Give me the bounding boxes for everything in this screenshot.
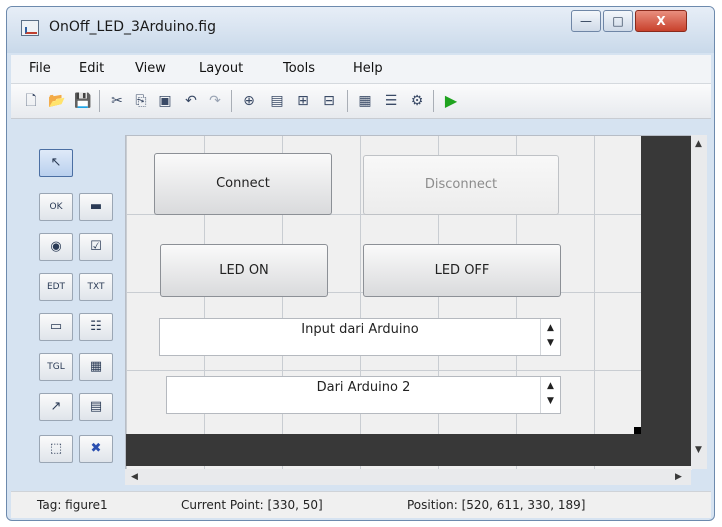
toolbar-separator: [347, 90, 348, 112]
scroll-down-arrow-icon[interactable]: ▼: [695, 445, 702, 455]
menu-bar: File Edit View Layout Tools Help: [11, 55, 711, 84]
maximize-button[interactable]: □: [603, 10, 633, 32]
toolbar-separator: [99, 90, 100, 112]
button-group-tool-icon[interactable]: ⬚: [39, 435, 73, 463]
grid-line: [594, 136, 595, 470]
scroll-right-arrow-icon[interactable]: ▶: [675, 472, 682, 482]
menu-help[interactable]: Help: [353, 61, 383, 76]
toolbar-separator: [433, 90, 434, 112]
figure-boundary-bottom: [126, 434, 692, 466]
scroll-left-arrow-icon[interactable]: ◀: [131, 472, 138, 482]
align-icon[interactable]: ⊕: [239, 91, 259, 111]
led-on-button[interactable]: LED ON: [160, 244, 328, 297]
m-file-editor-icon[interactable]: ▦: [355, 91, 375, 111]
connect-button[interactable]: Connect: [154, 153, 332, 215]
input-listbox-2-spinner[interactable]: ▲ ▼: [540, 377, 560, 413]
slider-tool-icon[interactable]: ▬: [79, 193, 113, 221]
checkbox-tool-icon[interactable]: ☑: [79, 233, 113, 261]
input-listbox-1[interactable]: Input dari Arduino ▲ ▼: [159, 318, 561, 356]
property-inspector-icon[interactable]: ☰: [381, 91, 401, 111]
tab-order-icon[interactable]: ⊞: [293, 91, 313, 111]
close-button[interactable]: X: [635, 10, 687, 32]
app-icon: [21, 20, 39, 36]
menu-editor-icon[interactable]: ▤: [267, 91, 287, 111]
status-bar: Tag: figure1 Current Point: [330, 50] Po…: [11, 491, 711, 518]
push-button-tool-icon[interactable]: OK: [39, 193, 73, 221]
horizontal-scrollbar[interactable]: ◀ ▶: [125, 469, 691, 485]
menu-edit[interactable]: Edit: [79, 61, 104, 76]
run-icon[interactable]: ▶: [441, 91, 461, 111]
toggle-button-tool-icon[interactable]: TGL: [39, 353, 73, 381]
paste-icon[interactable]: ▣: [155, 91, 175, 111]
select-tool-icon[interactable]: ↖: [39, 149, 73, 177]
figure-boundary-right: [641, 136, 692, 436]
menu-tools[interactable]: Tools: [283, 61, 315, 76]
toolbar-editor-icon[interactable]: ⊟: [319, 91, 339, 111]
table-tool-icon[interactable]: ▦: [79, 353, 113, 381]
toolbar: 🗋 📂 💾 ✂ ⎘ ▣ ↶ ↷ ⊕ ▤ ⊞ ⊟ ▦ ☰ ⚙ ▶: [11, 84, 711, 119]
listbox-tool-icon[interactable]: ☷: [79, 313, 113, 341]
new-file-icon[interactable]: 🗋: [21, 91, 41, 111]
title-bar[interactable]: OnOff_LED_3Arduino.fig — □ X: [7, 7, 714, 53]
disconnect-button[interactable]: Disconnect: [363, 155, 559, 215]
radio-button-tool-icon[interactable]: ◉: [39, 233, 73, 261]
redo-icon[interactable]: ↷: [205, 91, 225, 111]
toolbar-separator: [231, 90, 232, 112]
status-current-point: Current Point: [330, 50]: [181, 498, 323, 512]
static-text-tool-icon[interactable]: TXT: [79, 273, 113, 301]
scroll-up-arrow-icon[interactable]: ▲: [695, 139, 702, 149]
menu-layout[interactable]: Layout: [199, 61, 243, 76]
guide-window: OnOff_LED_3Arduino.fig — □ X File Edit V…: [6, 6, 715, 521]
popup-menu-tool-icon[interactable]: ▭: [39, 313, 73, 341]
activex-tool-icon[interactable]: ✖: [79, 435, 113, 463]
menu-file[interactable]: File: [29, 61, 51, 76]
grid-line: [126, 370, 692, 371]
window-title: OnOff_LED_3Arduino.fig: [49, 19, 216, 35]
open-folder-icon[interactable]: 📂: [47, 91, 67, 111]
status-position: Position: [520, 611, 330, 189]: [407, 498, 586, 512]
led-off-button[interactable]: LED OFF: [363, 244, 561, 297]
resize-handle[interactable]: [634, 427, 641, 434]
edit-text-tool-icon[interactable]: EDT: [39, 273, 73, 301]
input-listbox-1-text: Input dari Arduino: [301, 322, 419, 337]
cut-icon[interactable]: ✂: [107, 91, 127, 111]
copy-icon[interactable]: ⎘: [131, 91, 151, 111]
component-palette: ↖ OK ▬ ◉ ☑ EDT TXT ▭ ☷ TGL ▦ ↗ ▤ ⬚ ✖: [35, 135, 125, 495]
layout-canvas[interactable]: Connect Disconnect LED ON LED OFF Input …: [125, 135, 692, 470]
grid-line: [360, 136, 361, 470]
status-tag: Tag: figure1: [37, 498, 108, 512]
menu-view[interactable]: View: [135, 61, 166, 76]
input-listbox-2[interactable]: Dari Arduino 2 ▲ ▼: [166, 376, 561, 414]
input-listbox-2-text: Dari Arduino 2: [316, 380, 411, 395]
axes-tool-icon[interactable]: ↗: [39, 393, 73, 421]
vertical-scrollbar[interactable]: ▲ ▼: [691, 135, 707, 469]
input-listbox-1-spinner[interactable]: ▲ ▼: [540, 319, 560, 355]
object-browser-icon[interactable]: ⚙: [407, 91, 427, 111]
save-icon[interactable]: 💾: [73, 91, 93, 111]
panel-tool-icon[interactable]: ▤: [79, 393, 113, 421]
minimize-button[interactable]: —: [571, 10, 601, 32]
undo-icon[interactable]: ↶: [181, 91, 201, 111]
grid-line: [126, 136, 127, 470]
